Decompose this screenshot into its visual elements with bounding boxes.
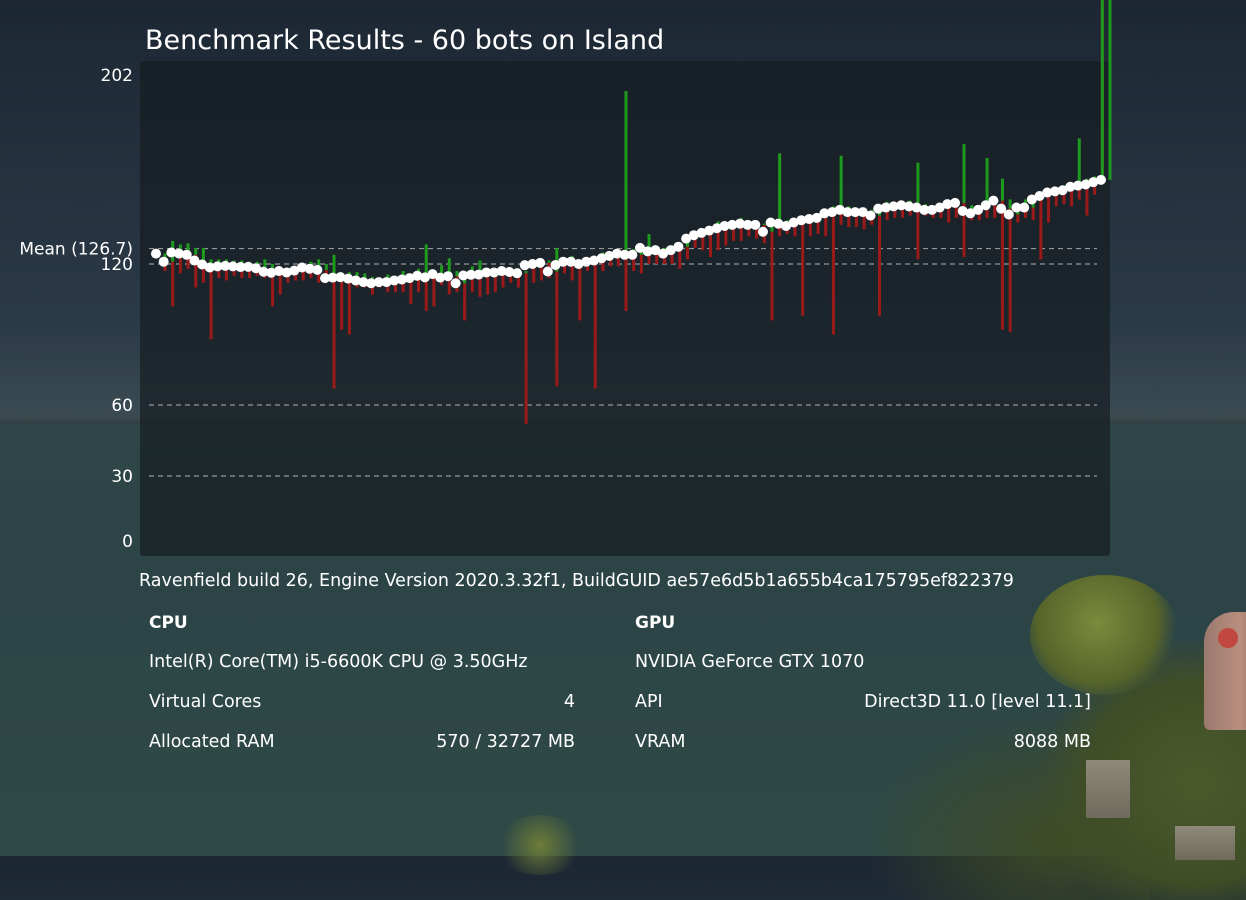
hut-2-background — [1175, 826, 1235, 860]
y-tick-label: 30 — [111, 467, 133, 487]
build-info: Ravenfield build 26, Engine Version 2020… — [139, 571, 1014, 591]
mean-fps-point — [1096, 174, 1106, 185]
mean-fps-point — [865, 210, 876, 221]
y-axis-ticks: 03060120202Mean (126.7) — [19, 66, 133, 552]
cpu-heading: CPU — [149, 613, 188, 633]
tree-left-background — [495, 815, 585, 875]
lighthouse-light-background — [1218, 628, 1238, 648]
mean-fps-point — [988, 195, 999, 206]
gpu-name: NVIDIA GeForce GTX 1070 — [635, 652, 865, 672]
mean-fps-point — [750, 219, 761, 230]
api-value: Direct3D 11.0 [level 11.1] — [864, 692, 1091, 712]
mean-fps-point — [1019, 202, 1030, 213]
virtual-cores-value: 4 — [563, 692, 575, 712]
mean-fps-point — [512, 268, 523, 279]
allocated-ram-label: Allocated RAM — [149, 732, 275, 752]
allocated-ram-value: 570 / 32727 MB — [436, 732, 575, 752]
mean-label: Mean (126.7) — [19, 240, 133, 260]
mean-fps-point — [158, 256, 169, 267]
gpu-heading: GPU — [635, 613, 676, 633]
mean-fps-point — [450, 278, 461, 289]
mean-fps-point — [542, 266, 553, 277]
max-fps-bars — [163, 0, 1112, 284]
mean-fps-point — [1003, 209, 1014, 220]
virtual-cores-label: Virtual Cores — [149, 692, 262, 712]
mean-fps-point — [627, 249, 638, 260]
mean-fps-point — [312, 264, 323, 275]
y-tick-label: 0 — [122, 532, 133, 552]
hut-background — [1086, 760, 1130, 818]
mean-fps-point — [442, 271, 453, 282]
benchmark-chart: 03060120202Mean (126.7) — [19, 0, 1112, 552]
gridlines — [149, 247, 1097, 477]
y-tick-label: 202 — [101, 66, 133, 86]
mean-fps-point — [535, 257, 546, 268]
cpu-name: Intel(R) Core(TM) i5-6600K CPU @ 3.50GHz — [149, 652, 528, 672]
mean-fps-point — [151, 248, 161, 259]
vram-label: VRAM — [635, 732, 686, 752]
vram-value: 8088 MB — [1013, 732, 1091, 752]
mean-fps-point — [673, 241, 684, 252]
mean-fps-point — [950, 197, 961, 208]
mean-fps-point — [757, 226, 768, 237]
api-label: API — [635, 692, 663, 712]
y-tick-label: 60 — [111, 396, 133, 416]
